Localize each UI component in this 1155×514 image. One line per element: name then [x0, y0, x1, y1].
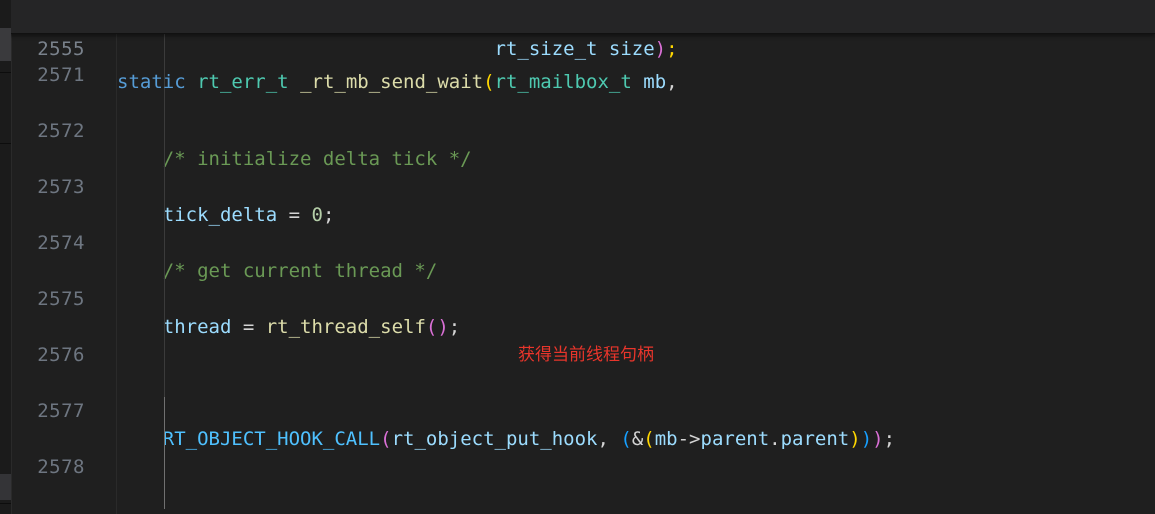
line-number: 2578	[37, 456, 85, 478]
scrollbar-thumb[interactable]	[0, 28, 11, 61]
line-number: 2573	[37, 176, 85, 198]
sticky-scroll-header[interactable]: 2555 static rt_err_t _rt_mb_send_wait(rt…	[0, 0, 1155, 93]
indent-guide-active	[164, 397, 165, 509]
scrollbar-thumb-lower[interactable]	[0, 474, 11, 500]
line-number: 2577	[37, 400, 85, 422]
scrollbar-marker	[0, 503, 11, 504]
scrollbar-marker	[0, 72, 11, 73]
table-row[interactable]: 2579 /* disable interrupt */	[0, 481, 1155, 514]
sticky-line-number: 2555	[37, 38, 85, 60]
table-row[interactable]: 2575 thread = rt_thread_self(); 获得当前线程句柄	[0, 257, 1155, 365]
line-number: 2574	[37, 232, 85, 254]
table-row[interactable]: 2574 /* get current thread */	[0, 201, 1155, 282]
table-row[interactable]: 2576	[0, 313, 1155, 366]
line-number: 2579	[0, 509, 85, 514]
line-number: 2576	[37, 344, 85, 366]
table-row[interactable]: 2578	[0, 425, 1155, 478]
scrollbar-marker	[0, 143, 11, 144]
code-editor-window: 2554 rt_size_t size); 2571 2572 /* initi…	[0, 0, 1155, 514]
table-row[interactable]: 2573 tick_delta = 0;	[0, 145, 1155, 226]
vertical-scrollbar[interactable]	[0, 0, 11, 514]
sticky-line-source: static rt_err_t _rt_mb_send_wait(rt_mail…	[117, 71, 678, 93]
line-source: rt_size_t size);	[494, 38, 678, 60]
table-row[interactable]: 2577 RT_OBJECT_HOOK_CALL(rt_object_put_h…	[0, 369, 1155, 450]
annotation-text: 获得当前线程句柄	[518, 345, 654, 365]
line-number: 2575	[37, 288, 85, 310]
